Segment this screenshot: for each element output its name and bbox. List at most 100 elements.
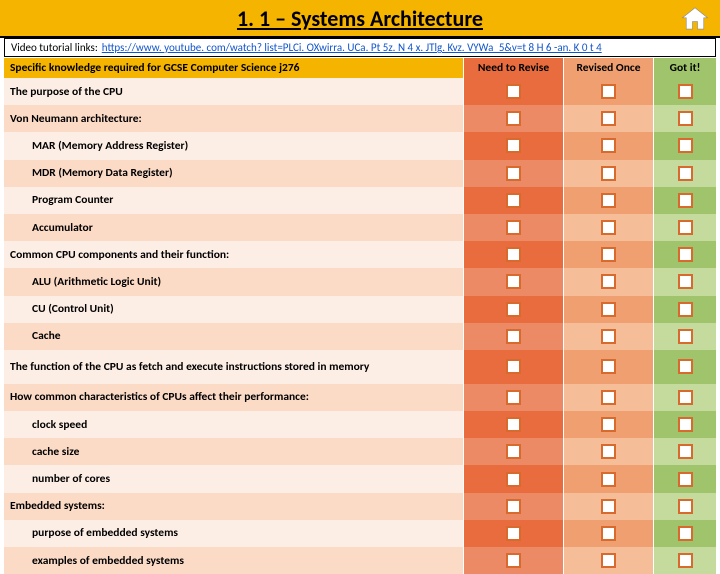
table-row: Cache	[4, 323, 716, 350]
row-label: Program Counter	[4, 187, 464, 214]
header-once: Revised Once	[564, 58, 654, 78]
checkbox-once[interactable]	[601, 138, 616, 153]
cell-got	[654, 384, 716, 411]
checkbox-got[interactable]	[678, 329, 693, 344]
table-row: MDR (Memory Data Register)	[4, 160, 716, 187]
cell-once	[564, 78, 654, 105]
checkbox-once[interactable]	[601, 193, 616, 208]
cell-once	[564, 160, 654, 187]
home-icon[interactable]	[680, 4, 710, 39]
cell-revise	[464, 465, 564, 492]
checkbox-revise[interactable]	[506, 84, 521, 99]
checkbox-revise[interactable]	[506, 472, 521, 487]
checkbox-revise[interactable]	[506, 302, 521, 317]
cell-once	[564, 547, 654, 574]
cell-revise	[464, 78, 564, 105]
checkbox-got[interactable]	[678, 84, 693, 99]
checkbox-once[interactable]	[601, 166, 616, 181]
checkbox-revise[interactable]	[506, 444, 521, 459]
checkbox-got[interactable]	[678, 166, 693, 181]
cell-got	[654, 296, 716, 323]
checkbox-got[interactable]	[678, 553, 693, 568]
row-label: Von Neumann architecture:	[4, 105, 464, 132]
checkbox-got[interactable]	[678, 499, 693, 514]
checkbox-revise[interactable]	[506, 526, 521, 541]
checkbox-revise[interactable]	[506, 220, 521, 235]
checkbox-got[interactable]	[678, 359, 693, 374]
cell-revise	[464, 160, 564, 187]
cell-got	[654, 411, 716, 438]
cell-revise	[464, 187, 564, 214]
checkbox-once[interactable]	[601, 526, 616, 541]
checkbox-revise[interactable]	[506, 499, 521, 514]
row-label: How common characteristics of CPUs affec…	[4, 384, 464, 411]
checkbox-once[interactable]	[601, 390, 616, 405]
video-links-row: Video tutorial links: https://www. youtu…	[4, 38, 716, 57]
cell-once	[564, 411, 654, 438]
checkbox-once[interactable]	[601, 499, 616, 514]
checkbox-revise[interactable]	[506, 329, 521, 344]
checkbox-once[interactable]	[601, 329, 616, 344]
checkbox-got[interactable]	[678, 472, 693, 487]
table-row: How common characteristics of CPUs affec…	[4, 384, 716, 411]
video-link[interactable]: https://www. youtube. com/watch? list=PL…	[102, 41, 602, 54]
checkbox-revise[interactable]	[506, 138, 521, 153]
table-row: Von Neumann architecture:	[4, 105, 716, 132]
checkbox-revise[interactable]	[506, 166, 521, 181]
cell-revise	[464, 350, 564, 384]
cell-revise	[464, 411, 564, 438]
checkbox-got[interactable]	[678, 526, 693, 541]
table-row: Program Counter	[4, 187, 716, 214]
checkbox-revise[interactable]	[506, 111, 521, 126]
table-row: The function of the CPU as fetch and exe…	[4, 350, 716, 384]
checkbox-got[interactable]	[678, 138, 693, 153]
checkbox-revise[interactable]	[506, 193, 521, 208]
table-header: Specific knowledge required for GCSE Com…	[4, 58, 716, 78]
table-row: examples of embedded systems	[4, 547, 716, 574]
row-label: Accumulator	[4, 214, 464, 241]
checkbox-revise[interactable]	[506, 390, 521, 405]
checkbox-once[interactable]	[601, 359, 616, 374]
cell-revise	[464, 384, 564, 411]
checkbox-once[interactable]	[601, 84, 616, 99]
checkbox-got[interactable]	[678, 220, 693, 235]
checkbox-got[interactable]	[678, 390, 693, 405]
table-row: Embedded systems:	[4, 493, 716, 520]
cell-once	[564, 493, 654, 520]
checkbox-once[interactable]	[601, 417, 616, 432]
table-row: clock speed	[4, 411, 716, 438]
checkbox-got[interactable]	[678, 274, 693, 289]
cell-got	[654, 323, 716, 350]
checkbox-got[interactable]	[678, 247, 693, 262]
header-revise: Need to Revise	[464, 58, 564, 78]
checkbox-once[interactable]	[601, 472, 616, 487]
checkbox-once[interactable]	[601, 553, 616, 568]
cell-once	[564, 384, 654, 411]
checkbox-revise[interactable]	[506, 553, 521, 568]
cell-once	[564, 241, 654, 268]
checkbox-once[interactable]	[601, 274, 616, 289]
checkbox-revise[interactable]	[506, 274, 521, 289]
checkbox-got[interactable]	[678, 302, 693, 317]
checkbox-revise[interactable]	[506, 359, 521, 374]
checkbox-once[interactable]	[601, 302, 616, 317]
cell-got	[654, 268, 716, 295]
checkbox-once[interactable]	[601, 111, 616, 126]
cell-revise	[464, 241, 564, 268]
checkbox-got[interactable]	[678, 111, 693, 126]
checkbox-once[interactable]	[601, 220, 616, 235]
checkbox-got[interactable]	[678, 417, 693, 432]
checkbox-got[interactable]	[678, 193, 693, 208]
row-label: The function of the CPU as fetch and exe…	[4, 350, 464, 384]
table-row: MAR (Memory Address Register)	[4, 132, 716, 159]
cell-got	[654, 160, 716, 187]
cell-revise	[464, 438, 564, 465]
cell-once	[564, 438, 654, 465]
checkbox-got[interactable]	[678, 444, 693, 459]
checkbox-revise[interactable]	[506, 247, 521, 262]
checkbox-revise[interactable]	[506, 417, 521, 432]
checkbox-once[interactable]	[601, 444, 616, 459]
table-row: Common CPU components and their function…	[4, 241, 716, 268]
cell-revise	[464, 132, 564, 159]
checkbox-once[interactable]	[601, 247, 616, 262]
